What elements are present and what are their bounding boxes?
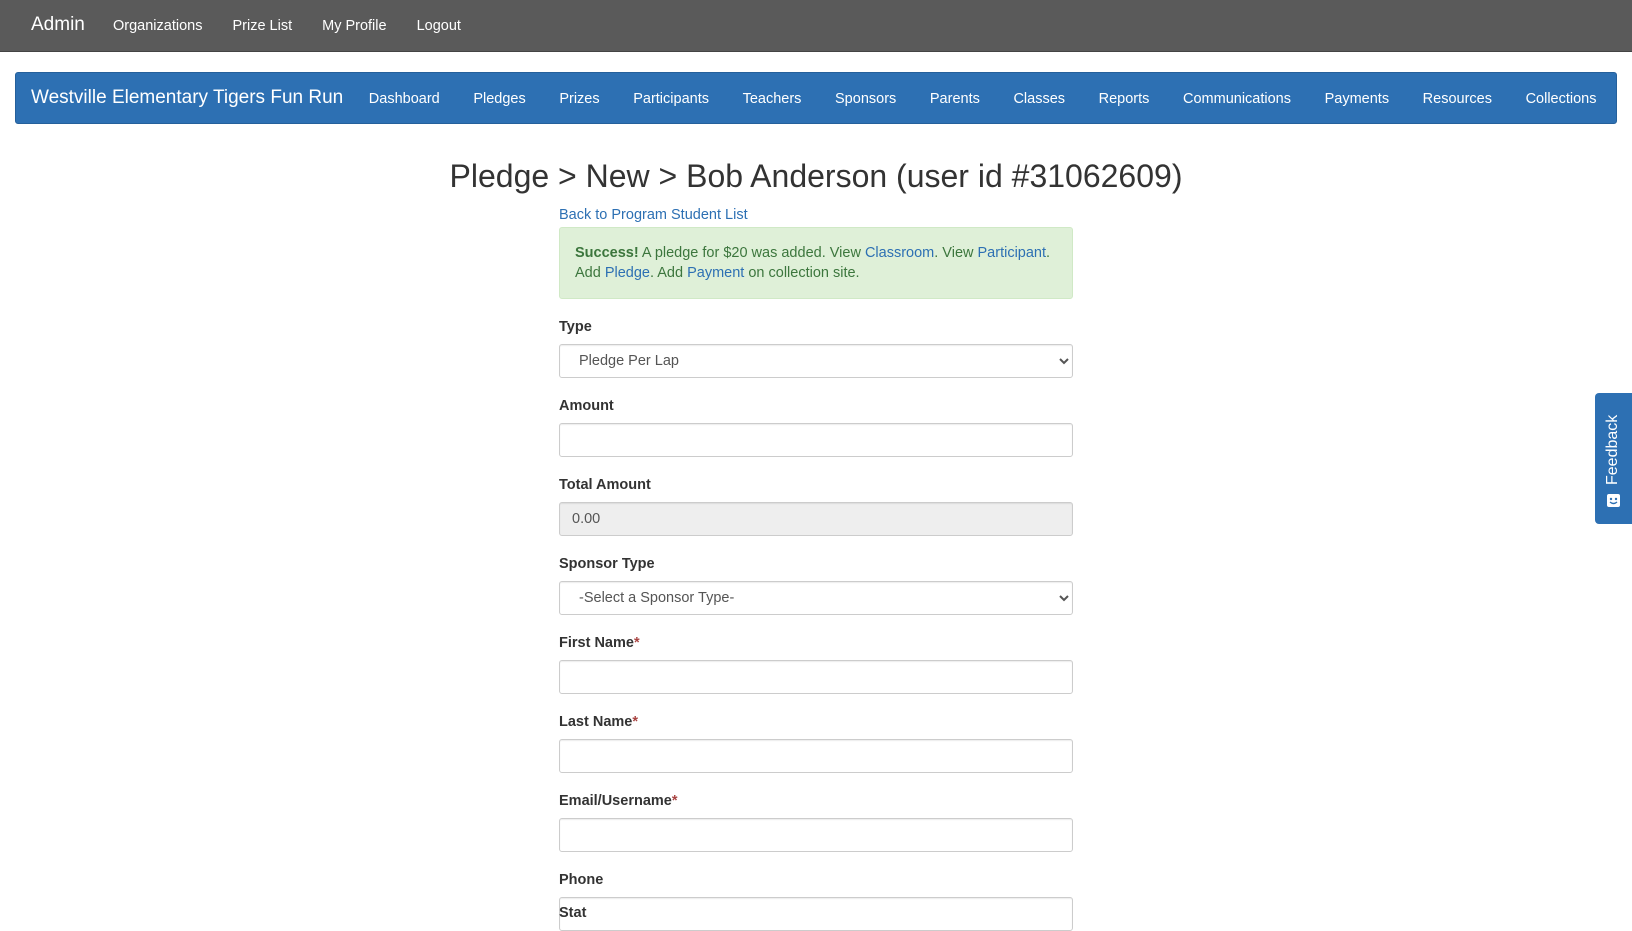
add-payment-link[interactable]: Payment [687, 265, 744, 281]
type-label: Type [559, 319, 592, 335]
email-label-text: Email/Username [559, 793, 672, 809]
program-nav: Dashboard Pledges Prizes Participants Te… [352, 73, 1613, 125]
first-name-group: First Name* [559, 635, 1073, 694]
email-input[interactable] [559, 818, 1073, 852]
view-participant-link[interactable]: Participant [978, 245, 1047, 261]
smile-face-icon [1606, 493, 1621, 513]
last-name-input[interactable] [559, 739, 1073, 773]
email-label: Email/Username* [559, 793, 1073, 811]
total-amount-label: Total Amount [559, 477, 651, 493]
amount-label: Amount [559, 398, 614, 414]
alert-strong: Success! [575, 245, 639, 261]
alert-text: . Add [650, 265, 688, 281]
last-name-label-text: Last Name [559, 714, 633, 730]
last-name-label: Last Name* [559, 714, 1073, 732]
nav-organizations[interactable]: Organizations [113, 18, 202, 34]
amount-input[interactable] [559, 423, 1073, 457]
page-title: Pledge > New > Bob Anderson (user id #31… [449, 158, 1183, 194]
nav-logout[interactable]: Logout [417, 18, 461, 34]
nav-payments[interactable]: Payments [1325, 91, 1389, 107]
alert-text: A pledge for $20 was added. View [638, 245, 865, 261]
back-to-student-list-link[interactable]: Back to Program Student List [559, 207, 748, 223]
feedback-label: Feedback [1604, 414, 1621, 485]
feedback-tab[interactable]: Feedback [1595, 393, 1632, 524]
add-pledge-link[interactable]: Pledge [605, 265, 650, 281]
admin-nav: Organizations Prize List My Profile Logo… [98, 0, 476, 52]
amount-group: Amount [559, 398, 1073, 457]
alert-text: . View [934, 245, 978, 261]
nav-parents[interactable]: Parents [930, 91, 980, 107]
nav-prize-list[interactable]: Prize List [232, 18, 292, 34]
nav-collections[interactable]: Collections [1526, 91, 1597, 107]
pledge-form: Back to Program Student List Success! A … [559, 206, 1073, 931]
sponsor-type-label: Sponsor Type [559, 556, 655, 572]
admin-navbar: Admin Organizations Prize List My Profil… [0, 0, 1632, 52]
type-group: Type Pledge Per Lap [559, 319, 1073, 378]
nav-sponsors[interactable]: Sponsors [835, 91, 896, 107]
nav-reports[interactable]: Reports [1099, 91, 1150, 107]
admin-brand-link[interactable]: Admin [31, 14, 85, 36]
sponsor-type-group: Sponsor Type -Select a Sponsor Type- [559, 556, 1073, 615]
email-group: Email/Username* [559, 793, 1073, 852]
program-navbar: Westville Elementary Tigers Fun Run Dash… [15, 72, 1617, 124]
type-select[interactable]: Pledge Per Lap [559, 344, 1073, 378]
first-name-label-text: First Name [559, 635, 634, 651]
program-brand-link[interactable]: Westville Elementary Tigers Fun Run [31, 87, 343, 109]
total-amount-group: Total Amount [559, 477, 1073, 536]
required-asterisk: * [633, 635, 640, 651]
first-name-input[interactable] [559, 660, 1073, 694]
alert-text: on collection site. [744, 265, 860, 281]
first-name-label: First Name* [559, 635, 1073, 653]
nav-prizes[interactable]: Prizes [559, 91, 599, 107]
nav-classes[interactable]: Classes [1013, 91, 1065, 107]
phone-label: Phone [559, 872, 604, 888]
total-amount-input[interactable] [559, 502, 1073, 536]
nav-resources[interactable]: Resources [1423, 91, 1492, 107]
state-label-partial: Stat [559, 905, 587, 921]
nav-participants[interactable]: Participants [633, 91, 709, 107]
last-name-group: Last Name* [559, 714, 1073, 773]
phone-group: Phone [559, 872, 1073, 931]
nav-communications[interactable]: Communications [1183, 91, 1291, 107]
nav-teachers[interactable]: Teachers [743, 91, 802, 107]
required-asterisk: * [671, 793, 678, 809]
sponsor-type-select[interactable]: -Select a Sponsor Type- [559, 581, 1073, 615]
phone-input[interactable] [559, 897, 1073, 931]
nav-dashboard[interactable]: Dashboard [369, 91, 440, 107]
nav-my-profile[interactable]: My Profile [322, 18, 386, 34]
success-alert: Success! A pledge for $20 was added. Vie… [559, 227, 1073, 299]
required-asterisk: * [632, 714, 638, 730]
nav-pledges[interactable]: Pledges [473, 91, 525, 107]
view-classroom-link[interactable]: Classroom [865, 245, 934, 261]
